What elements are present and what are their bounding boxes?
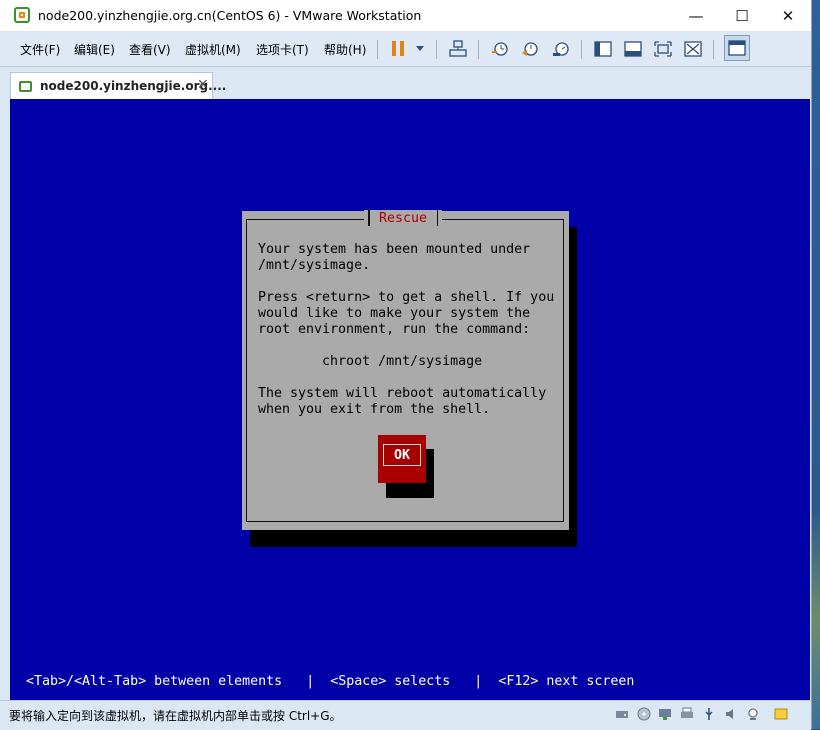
vm-console[interactable]: Rescue Your system has been mounted unde…	[10, 99, 810, 700]
window-title: node200.yinzhengjie.org.cn(CentOS 6) - V…	[38, 8, 422, 23]
menu-vm[interactable]: 虚拟机(M)	[185, 41, 241, 58]
display-icon[interactable]	[746, 707, 760, 721]
dialog-text-line: when you exit from the shell.	[258, 402, 491, 417]
dialog-text-line: Your system has been mounted under	[258, 242, 531, 257]
sound-icon[interactable]	[724, 707, 738, 721]
chevron-down-icon[interactable]	[416, 46, 424, 51]
dialog-command-line: chroot /mnt/sysimage	[258, 354, 483, 369]
network-icon[interactable]	[658, 707, 672, 721]
vmware-app-icon	[14, 7, 30, 23]
message-icon[interactable]	[774, 707, 788, 721]
full-screen-icon[interactable]	[653, 39, 673, 59]
tab-vm[interactable]: node200.yinzhengjie.org.... ✕	[10, 72, 226, 99]
vm-icon	[19, 81, 32, 92]
title-bar: node200.yinzhengjie.org.cn(CentOS 6) - V…	[0, 0, 811, 32]
snapshot-icon[interactable]	[490, 39, 510, 59]
dialog-text-line: Press <return> to get a shell. If you	[258, 290, 555, 305]
usb-icon[interactable]	[702, 707, 716, 721]
status-bar: 要将输入定向到该虚拟机，请在虚拟机内部单击或按 Ctrl+G。	[0, 700, 811, 730]
toolbar-separator	[478, 40, 479, 59]
keyboard-hint-line: <Tab>/<Alt-Tab> between elements | <Spac…	[26, 674, 635, 689]
revert-snapshot-icon[interactable]	[520, 39, 540, 59]
menu-tabs[interactable]: 选项卡(T)	[256, 41, 309, 58]
dialog-text-line: /mnt/sysimage.	[258, 258, 371, 273]
toolbar-separator	[581, 40, 582, 59]
minimize-button[interactable]: —	[673, 0, 719, 31]
cd-dvd-icon[interactable]	[637, 707, 651, 721]
show-library-icon[interactable]	[593, 39, 613, 59]
dialog-text-line: would like to make your system the	[258, 306, 531, 321]
unity-icon[interactable]	[683, 39, 703, 59]
menu-file[interactable]: 文件(F)	[20, 41, 60, 58]
vmware-window: node200.yinzhengjie.org.cn(CentOS 6) - V…	[0, 0, 812, 730]
dialog-title-box: Rescue	[364, 210, 442, 228]
maximize-button[interactable]: ☐	[719, 0, 765, 31]
toolbar-separator	[377, 40, 378, 59]
menu-toolbar: 文件(F) 编辑(E) 查看(V) 虚拟机(M) 选项卡(T) 帮助(H)	[0, 32, 811, 67]
menu-help[interactable]: 帮助(H)	[324, 41, 366, 58]
toolbar-separator	[436, 40, 437, 59]
menu-view[interactable]: 查看(V)	[129, 41, 171, 58]
close-button[interactable]: ✕	[765, 0, 811, 31]
thumbnail-bar-icon[interactable]	[623, 39, 643, 59]
printer-icon[interactable]	[680, 707, 694, 721]
send-ctrl-alt-del-icon[interactable]	[448, 39, 468, 59]
dialog-title: Rescue	[378, 211, 428, 226]
menu-edit[interactable]: 编辑(E)	[74, 41, 115, 58]
console-view-icon[interactable]	[724, 35, 750, 61]
snapshot-manager-icon[interactable]	[551, 39, 571, 59]
ok-button-label: OK	[383, 444, 421, 466]
hard-disk-icon[interactable]	[615, 707, 629, 721]
dialog-text-line: root environment, run the command:	[258, 322, 531, 337]
dialog-text-line: The system will reboot automatically	[258, 386, 547, 401]
tab-close-icon[interactable]: ✕	[197, 77, 209, 93]
toolbar-separator	[713, 40, 714, 59]
tab-bar: node200.yinzhengjie.org.... ✕	[0, 67, 811, 99]
status-message: 要将输入定向到该虚拟机，请在虚拟机内部单击或按 Ctrl+G。	[9, 709, 342, 723]
ok-button[interactable]: OK	[378, 435, 426, 483]
